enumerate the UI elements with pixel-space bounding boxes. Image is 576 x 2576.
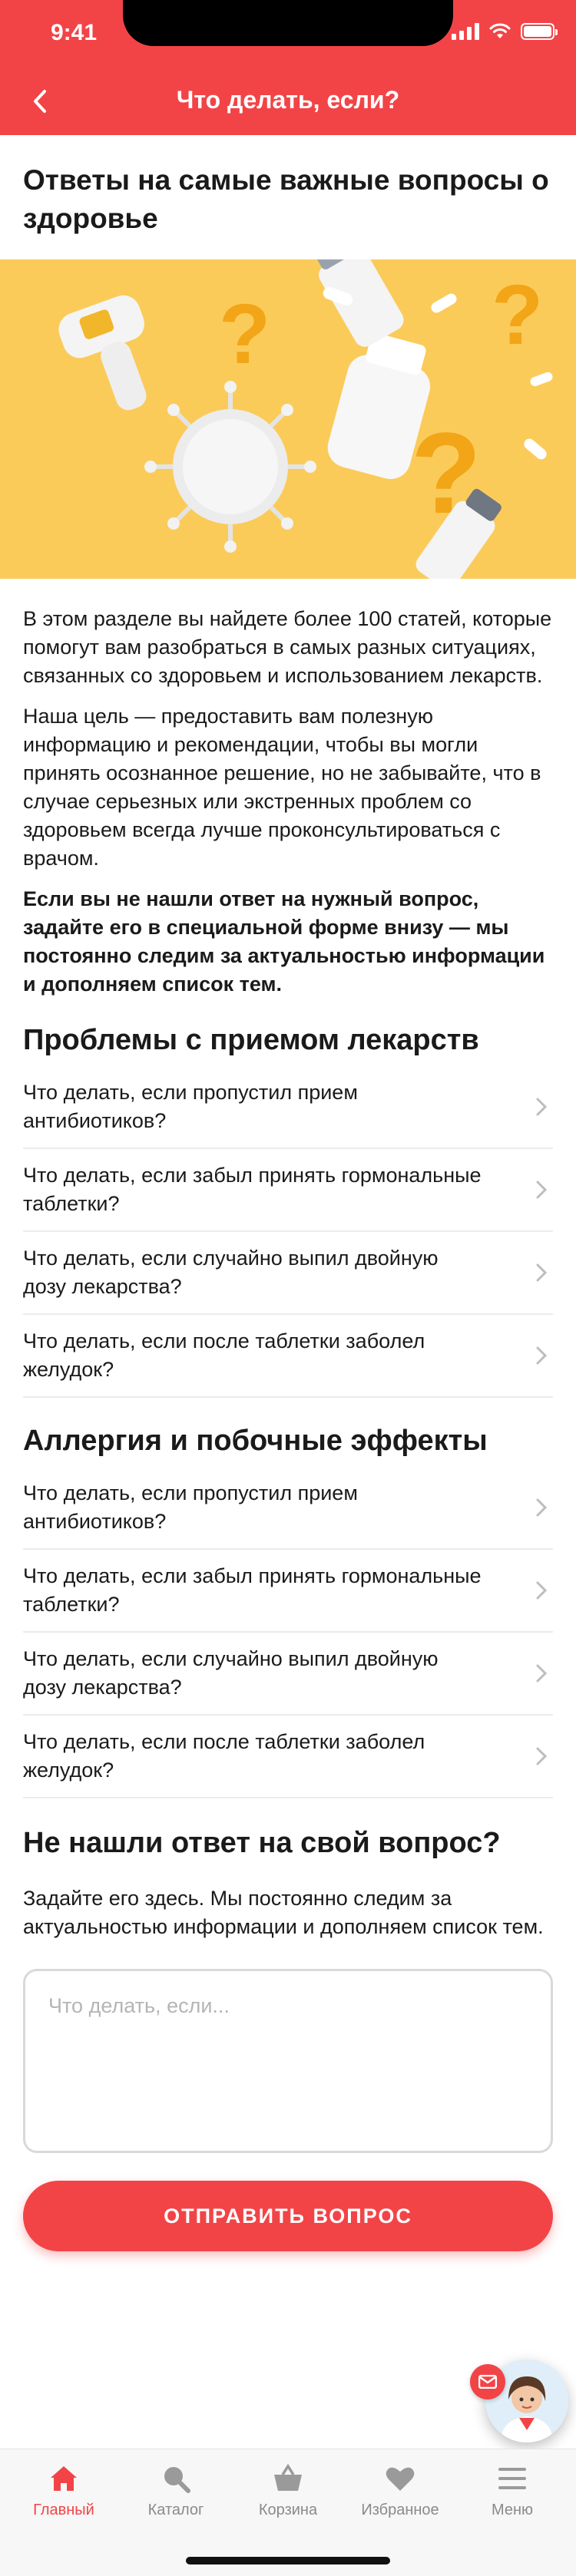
faq-list-allergy: Что делать, если пропустил прием антибио… [0,1467,576,1798]
chevron-right-icon [530,1662,553,1685]
tab-menu-label: Меню [491,2502,534,2518]
submit-question-button[interactable]: ОТПРАВИТЬ ВОПРОС [23,2181,553,2251]
faq-item-label: Что делать, если после таблетки заболел … [23,1329,425,1381]
hero-illustration: ? ? ? [0,259,576,579]
faq-item-label: Что делать, если забыл принять гормональ… [23,1164,482,1215]
ask-description: Задайте его здесь. Мы постоянно следим з… [23,1887,544,1938]
tab-menu[interactable]: Меню [458,2462,566,2519]
signal-icon [452,23,479,40]
menu-icon [495,2462,529,2495]
app-header: 9:41 Что делать, если? [0,0,576,135]
chevron-right-icon [530,1745,553,1768]
search-icon [159,2462,193,2495]
nav-bar: Что делать, если? [0,68,576,135]
page-title: Ответы на самые важные вопросы о здоровь… [23,164,549,234]
section-title-allergy: Аллергия и побочные эффекты [23,1425,488,1457]
chevron-right-icon [530,1095,553,1118]
faq-item[interactable]: Что делать, если после таблетки заболел … [23,1716,553,1798]
mail-icon [478,2375,497,2389]
chat-badge [470,2364,505,2399]
status-icons [452,23,558,40]
tab-home[interactable]: Главный [10,2462,118,2519]
faq-item-label: Что делать, если случайно выпил двойную … [23,1247,439,1298]
question-input[interactable] [23,1969,553,2153]
faq-item[interactable]: Что делать, если пропустил прием антибио… [23,1467,553,1550]
faq-item[interactable]: Что делать, если забыл принять гормональ… [23,1149,553,1232]
intro-paragraph-2: Наша цель — предоставить вам полезную ин… [23,705,541,870]
tab-favorites-label: Избранное [361,2502,439,2518]
tab-favorites[interactable]: Избранное [346,2462,454,2519]
heart-icon [383,2462,417,2495]
svg-text:?: ? [219,287,270,381]
section-title-medication: Проблемы с приемом лекарств [23,1024,479,1056]
faq-item[interactable]: Что делать, если пропустил прием антибио… [23,1066,553,1149]
tab-catalog[interactable]: Каталог [122,2462,230,2519]
faq-item-label: Что делать, если после таблетки заболел … [23,1730,425,1782]
tab-home-label: Главный [33,2502,94,2518]
wifi-icon [489,23,511,38]
hero-image: ? ? ? [0,259,576,579]
chevron-right-icon [530,1496,553,1519]
battery-icon [521,23,558,40]
faq-item[interactable]: Что делать, если забыл принять гормональ… [23,1550,553,1633]
home-indicator [186,2557,390,2564]
faq-item[interactable]: Что делать, если после таблетки заболел … [23,1315,553,1398]
intro-text: В этом разделе вы найдете более 100 стат… [0,579,576,999]
basket-icon [271,2462,305,2495]
faq-item-label: Что делать, если случайно выпил двойную … [23,1647,439,1699]
faq-item[interactable]: Что делать, если случайно выпил двойную … [23,1633,553,1716]
faq-item-label: Что делать, если пропустил прием антибио… [23,1081,358,1132]
device-notch [123,0,453,46]
intro-paragraph-1: В этом разделе вы найдете более 100 стат… [23,607,552,687]
chevron-right-icon [530,1261,553,1284]
chevron-right-icon [530,1178,553,1201]
ask-title: Не нашли ответ на свой вопрос? [23,1827,501,1859]
faq-item-label: Что делать, если забыл принять гормональ… [23,1564,482,1616]
faq-list-medication: Что делать, если пропустил прием антибио… [0,1066,576,1398]
bottom-tab-bar: Главный Каталог Корзина Избранное Меню [0,2449,576,2576]
tab-cart-label: Корзина [258,2502,318,2518]
home-icon [47,2462,81,2495]
chevron-right-icon [530,1579,553,1602]
faq-item[interactable]: Что делать, если случайно выпил двойную … [23,1232,553,1315]
header-title: Что делать, если? [176,86,400,114]
status-bar: 9:41 [0,0,576,68]
tab-cart[interactable]: Корзина [234,2462,342,2519]
status-time: 9:41 [51,20,98,45]
intro-paragraph-3: Если вы не нашли ответ на нужный вопрос,… [23,887,545,996]
tab-catalog-label: Каталог [147,2502,204,2518]
faq-item-label: Что делать, если пропустил прием антибио… [23,1481,358,1533]
chevron-right-icon [530,1344,553,1367]
svg-text:?: ? [492,268,543,362]
main-content: Ответы на самые важные вопросы о здоровь… [0,135,576,2251]
